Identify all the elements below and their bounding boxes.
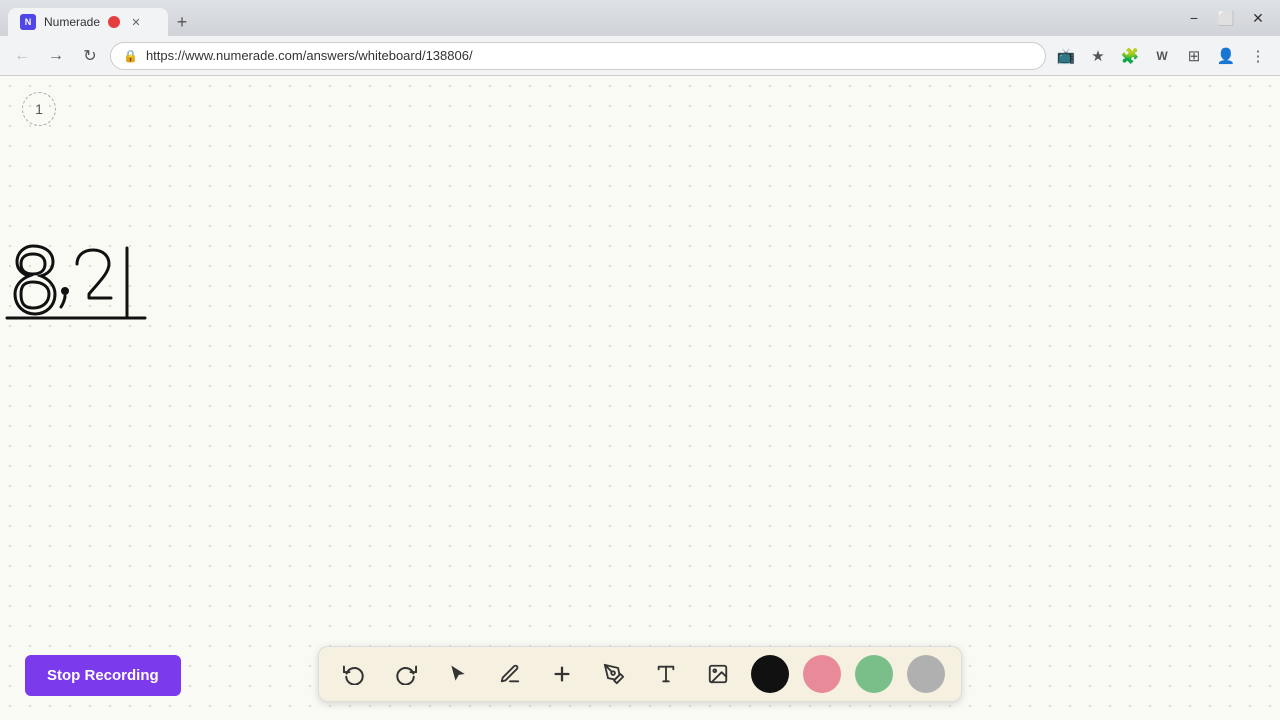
highlight-tool-button[interactable] xyxy=(595,655,633,693)
w-icon[interactable]: W xyxy=(1148,42,1176,70)
add-button[interactable] xyxy=(543,655,581,693)
title-bar: N Numerade ✕ + − ⬜ ✕ xyxy=(0,0,1280,36)
grid-icon[interactable]: ⊞ xyxy=(1180,42,1208,70)
whiteboard-canvas[interactable]: 1 Stop Recording xyxy=(0,76,1280,720)
close-button[interactable]: ✕ xyxy=(1244,4,1272,32)
recording-indicator xyxy=(108,16,120,28)
nav-bar: ← → ↻ 🔒 https://www.numerade.com/answers… xyxy=(0,36,1280,76)
back-button[interactable]: ← xyxy=(8,42,36,70)
active-tab[interactable]: N Numerade ✕ xyxy=(8,8,168,36)
new-tab-button[interactable]: + xyxy=(168,8,196,36)
maximize-button[interactable]: ⬜ xyxy=(1212,4,1240,32)
image-tool-button[interactable] xyxy=(699,655,737,693)
window-controls: − ⬜ ✕ xyxy=(1180,4,1272,32)
text-tool-button[interactable] xyxy=(647,655,685,693)
refresh-button[interactable]: ↻ xyxy=(76,42,104,70)
color-pink[interactable] xyxy=(803,655,841,693)
profile-icon[interactable]: 👤 xyxy=(1212,42,1240,70)
toolbar xyxy=(318,646,962,702)
nav-icons: 📺 ★ 🧩 W ⊞ 👤 ⋮ xyxy=(1052,42,1272,70)
page-number-indicator: 1 xyxy=(22,92,56,126)
tab-label: Numerade xyxy=(44,15,100,29)
minimize-button[interactable]: − xyxy=(1180,4,1208,32)
stop-recording-button[interactable]: Stop Recording xyxy=(25,655,181,696)
address-bar[interactable]: 🔒 https://www.numerade.com/answers/white… xyxy=(110,42,1046,70)
extension-icon[interactable]: 🧩 xyxy=(1116,42,1144,70)
select-tool-button[interactable] xyxy=(439,655,477,693)
color-gray[interactable] xyxy=(907,655,945,693)
undo-button[interactable] xyxy=(335,655,373,693)
menu-icon[interactable]: ⋮ xyxy=(1244,42,1272,70)
forward-button[interactable]: → xyxy=(42,42,70,70)
lock-icon: 🔒 xyxy=(123,49,138,63)
tab-bar: N Numerade ✕ + xyxy=(8,0,1180,36)
color-black[interactable] xyxy=(751,655,789,693)
tab-favicon: N xyxy=(20,14,36,30)
color-green[interactable] xyxy=(855,655,893,693)
tab-close-button[interactable]: ✕ xyxy=(128,14,144,30)
redo-button[interactable] xyxy=(387,655,425,693)
pen-tool-button[interactable] xyxy=(491,655,529,693)
bookmark-icon[interactable]: ★ xyxy=(1084,42,1112,70)
cast-icon[interactable]: 📺 xyxy=(1052,42,1080,70)
whiteboard-drawing xyxy=(5,226,205,336)
url-text: https://www.numerade.com/answers/whitebo… xyxy=(146,48,473,63)
browser-frame: N Numerade ✕ + − ⬜ ✕ ← → ↻ 🔒 https://www… xyxy=(0,0,1280,720)
